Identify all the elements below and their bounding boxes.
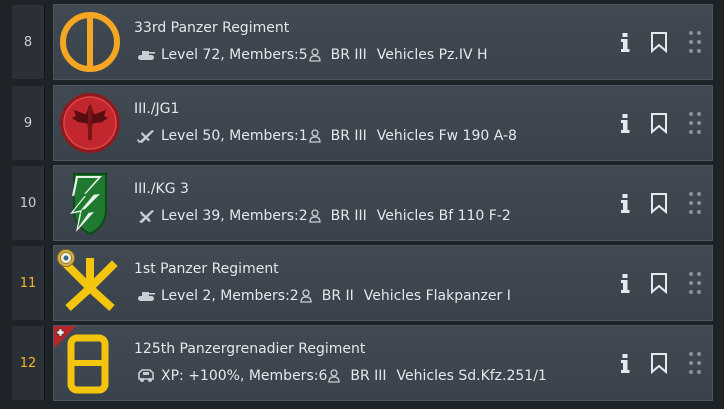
regiment-info: Level 2, Members:2 BR II Vehicles Flakpa…: [136, 286, 511, 306]
drag-handle-icon[interactable]: [688, 111, 702, 135]
regiment-info: Level 39, Members:2 BR III Vehicles Bf 1…: [136, 206, 511, 226]
battle-rating: BR III: [330, 208, 367, 224]
rank-number: 12: [12, 326, 45, 400]
regiment-card[interactable]: III./JG1 Level 50, Members:1 BR III Vehi…: [53, 85, 713, 161]
regiment-vehicles: Vehicles Sd.Kfz.251/1: [396, 368, 547, 384]
red-winged-sword-emblem: [54, 86, 126, 160]
regiment-info: Level 50, Members:1 BR III Vehicles Fw 1…: [136, 126, 517, 146]
bookmark-icon[interactable]: [650, 112, 668, 134]
drag-handle-icon[interactable]: [688, 30, 702, 54]
regiment-card[interactable]: 1st Panzer Regiment Level 2, Members:2 B…: [53, 245, 713, 321]
orange-circle-bar-emblem: [54, 5, 126, 79]
info-icon[interactable]: [618, 352, 632, 374]
regiment-vehicles: Vehicles Bf 110 F-2: [376, 208, 511, 224]
bookmark-icon[interactable]: [650, 31, 668, 53]
rank-number: 9: [12, 86, 45, 160]
regiment-name: 125th Panzergrenadier Regiment: [134, 341, 366, 357]
regiment-name: III./KG 3: [134, 181, 189, 197]
medal-icon: [56, 248, 76, 268]
info-icon[interactable]: [618, 192, 632, 214]
iron-cross-corner-icon: [54, 326, 76, 348]
regiment-vehicles: Vehicles Flakpanzer I: [363, 288, 511, 304]
regiment-stat: Level 50, Members:1: [161, 128, 308, 144]
rank-number: 11: [12, 246, 45, 320]
info-icon[interactable]: [618, 272, 632, 294]
bomber-plane-icon: [136, 208, 156, 224]
fighter-plane-icon: [136, 128, 156, 144]
info-icon[interactable]: [618, 112, 632, 134]
battle-rating: BR III: [330, 128, 367, 144]
bookmark-icon[interactable]: [650, 352, 668, 374]
drag-handle-icon[interactable]: [688, 271, 702, 295]
drag-handle-icon[interactable]: [688, 351, 702, 375]
member-icon: [300, 289, 312, 303]
regiment-stat: Level 39, Members:2: [161, 208, 308, 224]
regiment-card[interactable]: 33rd Panzer Regiment Level 72, Members:5…: [53, 4, 713, 80]
list-item[interactable]: 11 1st Panzer Regiment Level 2, Members:…: [0, 245, 724, 321]
tank-icon: [136, 288, 156, 304]
regiment-info: XP: +100%, Members:6 BR III Vehicles Sd.…: [136, 366, 547, 386]
armored-car-icon: [136, 368, 156, 384]
tank-icon: [136, 47, 156, 63]
regiment-stat: Level 72, Members:5: [161, 47, 308, 63]
regiment-vehicles: Vehicles Fw 190 A-8: [376, 128, 517, 144]
drag-handle-icon[interactable]: [688, 191, 702, 215]
battle-rating: BR III: [330, 47, 367, 63]
bookmark-icon[interactable]: [650, 272, 668, 294]
regiment-name: III./JG1: [134, 101, 180, 117]
member-icon: [308, 48, 321, 62]
member-icon: [328, 369, 341, 383]
bookmark-icon[interactable]: [650, 192, 668, 214]
green-lightning-shield-emblem: [54, 166, 126, 240]
regiment-stat: Level 2, Members:2: [161, 288, 299, 304]
list-item[interactable]: 12 125th Panzergrenadier Regiment XP: +1…: [0, 325, 724, 401]
battle-rating: BR II: [321, 288, 354, 304]
regiment-name: 1st Panzer Regiment: [134, 261, 279, 277]
regiment-card[interactable]: 125th Panzergrenadier Regiment XP: +100%…: [53, 325, 713, 401]
list-item[interactable]: 8 33rd Panzer Regiment Level 72, Members…: [0, 4, 724, 80]
info-icon[interactable]: [618, 31, 632, 53]
regiment-name: 33rd Panzer Regiment: [134, 20, 290, 36]
member-icon: [308, 209, 321, 223]
list-item[interactable]: 10 III./KG 3 Level 39, Members:2 BR III …: [0, 165, 724, 241]
battle-rating: BR III: [350, 368, 387, 384]
regiment-info: Level 72, Members:5 BR III Vehicles Pz.I…: [136, 45, 488, 65]
rank-number: 10: [12, 166, 45, 240]
regiment-stat: XP: +100%, Members:6: [161, 368, 328, 384]
list-item[interactable]: 9 III./JG1 Level 50, Members:1 BR III Ve…: [0, 85, 724, 161]
rank-number: 8: [12, 5, 45, 79]
member-icon: [308, 129, 321, 143]
regiment-vehicles: Vehicles Pz.IV H: [376, 47, 488, 63]
regiment-card[interactable]: III./KG 3 Level 39, Members:2 BR III Veh…: [53, 165, 713, 241]
